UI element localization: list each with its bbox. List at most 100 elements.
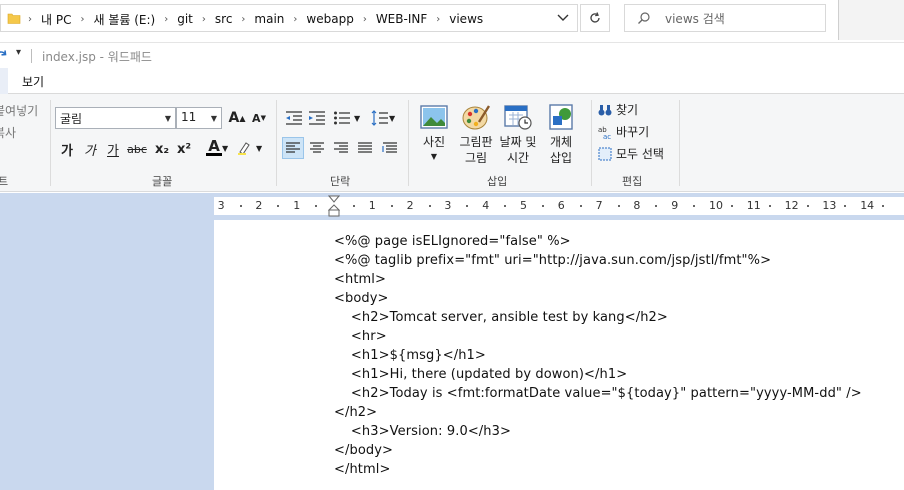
increase-indent-icon[interactable] xyxy=(308,110,326,126)
paragraph-icon xyxy=(382,142,397,153)
justify-button[interactable] xyxy=(354,137,376,159)
copy-button[interactable]: 복사 xyxy=(0,124,16,141)
date-time-button[interactable]: 날짜 및 시간 xyxy=(498,102,538,166)
chevron-down-icon: ▼ xyxy=(430,152,438,161)
shrink-font-button[interactable]: A ▼ xyxy=(248,107,270,129)
align-center-button[interactable] xyxy=(306,137,328,159)
highlighter-icon[interactable] xyxy=(236,140,254,156)
customize-quick-access-icon[interactable]: ▾ xyxy=(16,47,21,58)
indent-marker-icon[interactable] xyxy=(328,195,340,217)
breadcrumb-item[interactable]: src xyxy=(209,12,239,26)
grow-font-button[interactable]: A ▲ xyxy=(226,107,248,129)
date-time-label: 날짜 및 시간 xyxy=(499,135,537,165)
paragraph-settings-button[interactable] xyxy=(379,137,401,159)
tab-view[interactable]: 보기 xyxy=(22,73,44,90)
breadcrumb-item[interactable]: 내 PC xyxy=(35,11,77,28)
shrink-font-label: A xyxy=(252,111,261,125)
insert-picture-label: 사진 xyxy=(422,135,446,149)
decrease-indent-icon[interactable] xyxy=(285,110,303,126)
bold-button[interactable]: 가 xyxy=(56,138,78,160)
address-history-dropdown[interactable] xyxy=(549,5,577,31)
paint-drawing-label: 그림판 그림 xyxy=(459,135,493,165)
ruler-label: 2 xyxy=(406,199,414,212)
refresh-icon xyxy=(590,12,600,23)
ruler-tick xyxy=(806,205,809,207)
document-line: </html> xyxy=(334,462,391,477)
find-button[interactable]: 찾기 xyxy=(598,101,638,118)
picture-icon xyxy=(420,105,448,129)
font-family-select[interactable]: 굴림 ▼ xyxy=(55,107,176,129)
font-size-value: 11 xyxy=(181,110,197,124)
chevron-down-icon[interactable]: ▼ xyxy=(389,114,395,123)
replace-label: 바꾸기 xyxy=(616,125,650,139)
ruler[interactable]: 3 2 1 1 2 3 4 5 6 7 8 9 10 11 12 13 14 xyxy=(214,197,904,215)
document-line: <hr> xyxy=(334,329,387,344)
subscript-button[interactable]: x₂ xyxy=(151,138,173,160)
breadcrumb-item[interactable]: views xyxy=(443,12,489,26)
ruler-label: 14 xyxy=(860,199,875,212)
refresh-button[interactable] xyxy=(580,4,610,32)
paste-special-button[interactable]: 붙여넣기 xyxy=(0,102,38,119)
binoculars-icon xyxy=(598,104,612,115)
ruler-label: 1 xyxy=(368,199,376,212)
breadcrumb-item[interactable]: WEB-INF xyxy=(370,12,433,26)
palette-icon xyxy=(462,105,491,130)
editing-group-label: 편집 xyxy=(622,175,643,188)
chevron-down-icon[interactable]: ▼ xyxy=(354,114,360,123)
underline-label: 가 xyxy=(107,143,119,159)
underline-button[interactable]: 가 xyxy=(102,138,124,160)
document-line: <%@ page isELIgnored="false" %> xyxy=(334,234,571,249)
justify-icon xyxy=(358,142,372,153)
ruler-tick xyxy=(504,205,507,207)
breadcrumb-item[interactable]: webapp xyxy=(300,12,359,26)
strikethrough-button[interactable]: abc xyxy=(126,138,148,160)
ruler-label: 10 xyxy=(709,199,723,212)
ruler-area: 3 2 1 1 2 3 4 5 6 7 8 9 10 11 12 13 14 xyxy=(0,193,904,220)
breadcrumb-item[interactable]: main xyxy=(248,12,290,26)
document-line: </h2> xyxy=(334,405,378,420)
ruler-tick xyxy=(541,205,544,207)
insert-picture-button[interactable]: 사진 ▼ xyxy=(414,102,454,161)
paint-drawing-button[interactable]: 그림판 그림 xyxy=(456,102,496,166)
chevron-right-icon: › xyxy=(293,13,298,25)
align-left-button[interactable] xyxy=(282,137,304,159)
insert-object-label: 개체 삽입 xyxy=(549,135,573,165)
chevron-right-icon: › xyxy=(436,13,441,25)
font-size-select[interactable]: 11 ▼ xyxy=(176,107,222,129)
chevron-down-icon: ▼ xyxy=(210,114,217,123)
breadcrumb-item[interactable]: 새 볼륨 (E:) xyxy=(87,11,161,28)
redo-icon[interactable] xyxy=(0,48,8,62)
document-line: <h2>Tomcat server, ansible test by kang<… xyxy=(334,310,668,325)
address-bar[interactable]: › 내 PC › 새 볼륨 (E:) › git › src › main › … xyxy=(0,4,578,32)
superscript-button[interactable]: x² xyxy=(173,138,195,160)
italic-button[interactable]: 가 xyxy=(79,138,101,160)
replace-button[interactable]: ab ac 바꾸기 xyxy=(598,123,649,140)
chevron-down-icon[interactable]: ▼ xyxy=(222,144,228,153)
chevron-down-icon xyxy=(557,14,569,21)
document-line: <body> xyxy=(334,291,389,306)
ruler-label: 2 xyxy=(255,199,263,212)
select-all-button[interactable]: 모두 선택 xyxy=(598,145,664,162)
line-spacing-icon[interactable] xyxy=(371,110,389,126)
bullet-list-icon[interactable] xyxy=(333,110,351,126)
file-tab[interactable] xyxy=(0,68,8,94)
search-placeholder: views 검색 xyxy=(665,11,725,26)
ruler-label: 13 xyxy=(822,199,837,212)
window-edge xyxy=(838,0,904,40)
ruler-label: 9 xyxy=(671,199,679,212)
ruler-label: 6 xyxy=(557,199,565,212)
chevron-down-icon[interactable]: ▼ xyxy=(256,144,262,153)
search-input[interactable]: views 검색 xyxy=(624,4,826,32)
ruler-label: 3 xyxy=(444,199,452,212)
ruler-tick xyxy=(730,205,733,207)
align-right-button[interactable] xyxy=(330,137,352,159)
ruler-tick xyxy=(882,205,885,207)
breadcrumb-item[interactable]: git xyxy=(171,12,199,26)
document-page[interactable]: <%@ page isELIgnored="false" %> <%@ tagli… xyxy=(214,220,904,490)
calendar-clock-icon xyxy=(504,105,532,130)
insert-object-button[interactable]: 개체 삽입 xyxy=(541,102,581,166)
align-left-icon xyxy=(286,142,300,153)
subscript-label: x₂ xyxy=(154,141,170,157)
ruler-tick xyxy=(768,205,771,207)
grow-font-label: A xyxy=(228,110,240,126)
